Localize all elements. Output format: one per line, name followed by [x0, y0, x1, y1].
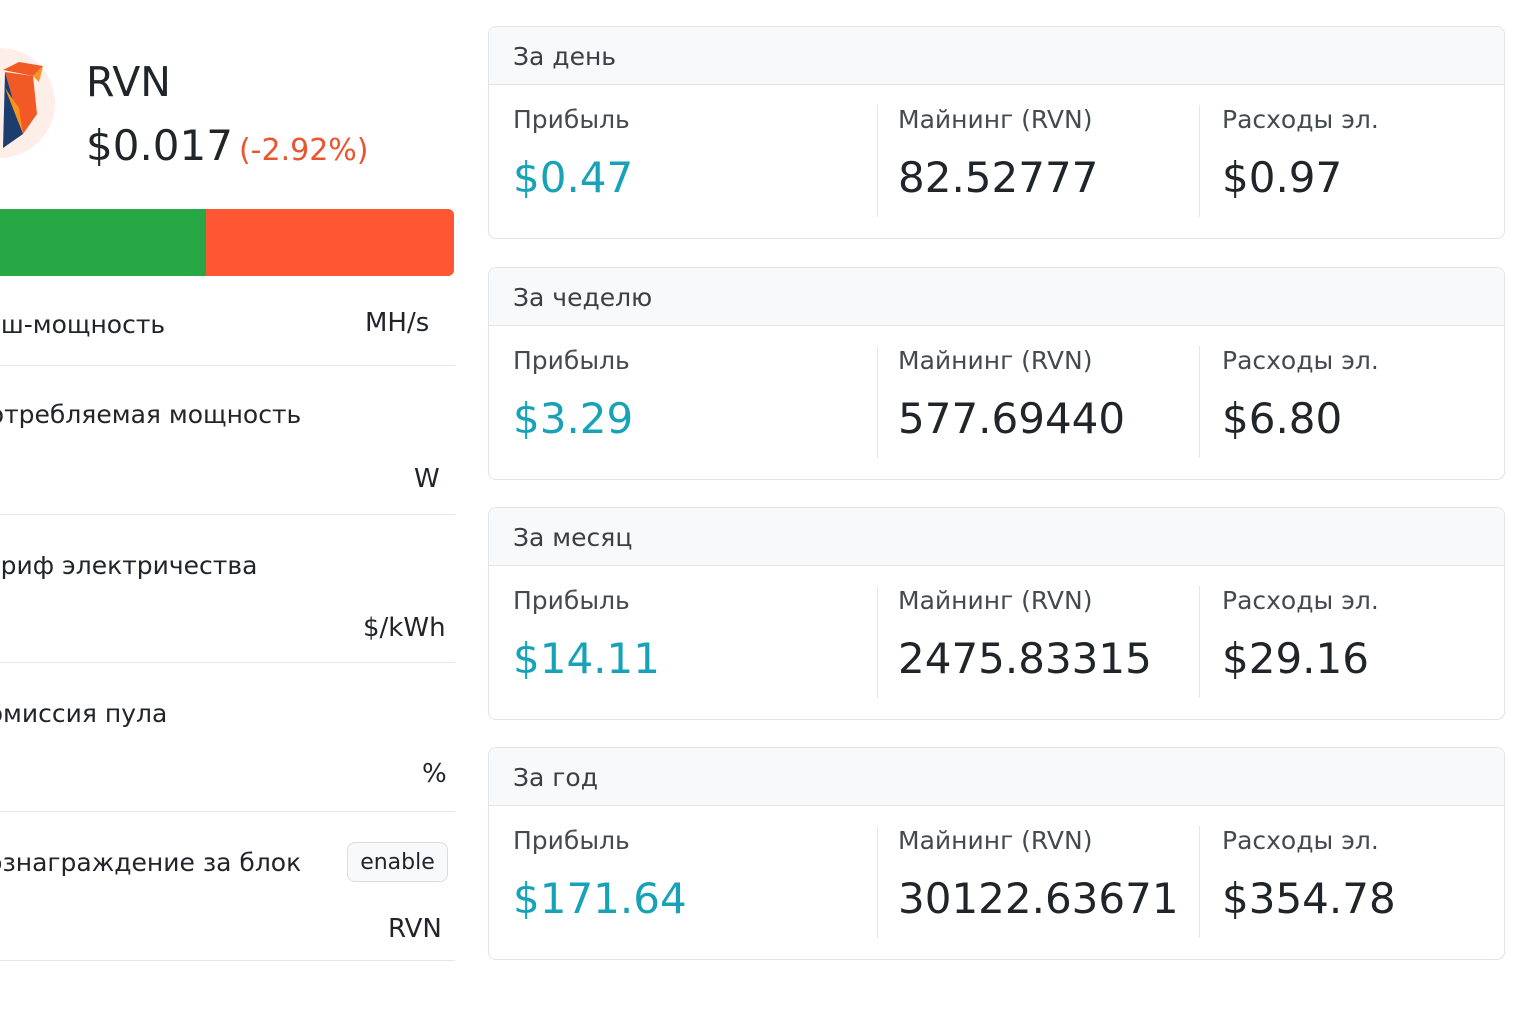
param-unit: %	[422, 759, 447, 789]
period-card-day: За день Прибыль $0.47 Майнинг (RVN) 82.5…	[488, 26, 1505, 239]
param-unit: RVN	[388, 914, 442, 944]
param-label: Хэш-мощность	[0, 310, 166, 339]
ravencoin-logo-icon	[0, 48, 55, 158]
cost-col: Расходы эл. $6.80	[1199, 346, 1379, 458]
card-title: За чеделю	[489, 268, 1504, 326]
cost-label: Расходы эл.	[1222, 346, 1379, 375]
mining-label: Майнинг (RVN)	[898, 586, 1093, 615]
param-unit: MH/s	[365, 308, 430, 338]
mining-value: 82.52777	[898, 153, 1099, 202]
card-title: За месяц	[489, 508, 1504, 566]
cost-col: Расходы эл. $0.97	[1199, 105, 1379, 217]
param-hashrate: Хэш-мощность MH/s	[0, 276, 455, 366]
profit-bar-fill	[0, 209, 206, 276]
profit-value: $3.29	[513, 394, 634, 443]
profit-label: Прибыль	[513, 346, 630, 375]
cost-value: $29.16	[1222, 634, 1369, 683]
param-power: Потребляемая мощность W	[0, 366, 455, 515]
mining-value: 577.69440	[898, 394, 1126, 443]
param-electricity-rate: Тариф электричества $/kWh	[0, 515, 455, 663]
profit-value: $171.64	[513, 874, 687, 923]
profit-col: Прибыль $0.47	[513, 105, 633, 217]
cost-col: Расходы эл. $354.78	[1199, 826, 1396, 938]
period-card-year: За год Прибыль $171.64 Майнинг (RVN) 301…	[488, 747, 1505, 960]
cost-value: $0.97	[1222, 153, 1343, 202]
profit-col: Прибыль $14.11	[513, 586, 660, 698]
profit-value: $0.47	[513, 153, 634, 202]
period-card-week: За чеделю Прибыль $3.29 Майнинг (RVN) 57…	[488, 267, 1505, 480]
mining-value: 2475.83315	[898, 634, 1152, 683]
profit-col: Прибыль $3.29	[513, 346, 633, 458]
profit-label: Прибыль	[513, 105, 630, 134]
mining-col: Майнинг (RVN) 577.69440	[877, 346, 1125, 458]
card-title: За год	[489, 748, 1504, 806]
param-label: Потребляемая мощность	[0, 400, 302, 429]
period-card-month: За месяц Прибыль $14.11 Майнинг (RVN) 24…	[488, 507, 1505, 720]
param-unit: W	[414, 464, 440, 494]
cost-value: $6.80	[1222, 394, 1343, 443]
coin-price-line: $0.017 (-2.92%)	[86, 120, 369, 181]
mining-value: 30122.63671	[898, 874, 1179, 923]
mining-label: Майнинг (RVN)	[898, 105, 1093, 134]
coin-price: $0.017	[86, 121, 233, 170]
mining-label: Майнинг (RVN)	[898, 346, 1093, 375]
param-block-reward: Вознаграждение за блок RVN	[0, 812, 455, 961]
coin-name: RVN	[86, 58, 171, 106]
cost-label: Расходы эл.	[1222, 826, 1379, 855]
param-label: Тариф электричества	[0, 551, 258, 580]
param-pool-fee: Комиссия пула %	[0, 663, 455, 812]
card-title: За день	[489, 27, 1504, 85]
mining-params-panel: RVN $0.017(-2.92%) Хэш-мощность MH/s Пот…	[0, 0, 456, 1024]
cost-value: $354.78	[1222, 874, 1396, 923]
price-change: (-2.92%)	[238, 133, 369, 168]
cost-label: Расходы эл.	[1222, 586, 1379, 615]
mining-col: Майнинг (RVN) 82.52777	[877, 105, 1098, 217]
profit-label: Прибыль	[513, 586, 630, 615]
param-label: Комиссия пула	[0, 699, 168, 728]
param-unit: $/kWh	[363, 613, 446, 643]
mining-col: Майнинг (RVN) 2475.83315	[877, 586, 1152, 698]
profit-label: Прибыль	[513, 826, 630, 855]
mining-col: Майнинг (RVN) 30122.63671	[877, 826, 1179, 938]
cost-label: Расходы эл.	[1222, 105, 1379, 134]
profit-cost-bar	[0, 209, 454, 276]
cost-col: Расходы эл. $29.16	[1199, 586, 1379, 698]
profit-col: Прибыль $171.64	[513, 826, 687, 938]
block-reward-enable-button[interactable]: enable	[347, 842, 448, 882]
param-label: Вознаграждение за блок	[0, 848, 302, 877]
mining-label: Майнинг (RVN)	[898, 826, 1093, 855]
profit-value: $14.11	[513, 634, 660, 683]
